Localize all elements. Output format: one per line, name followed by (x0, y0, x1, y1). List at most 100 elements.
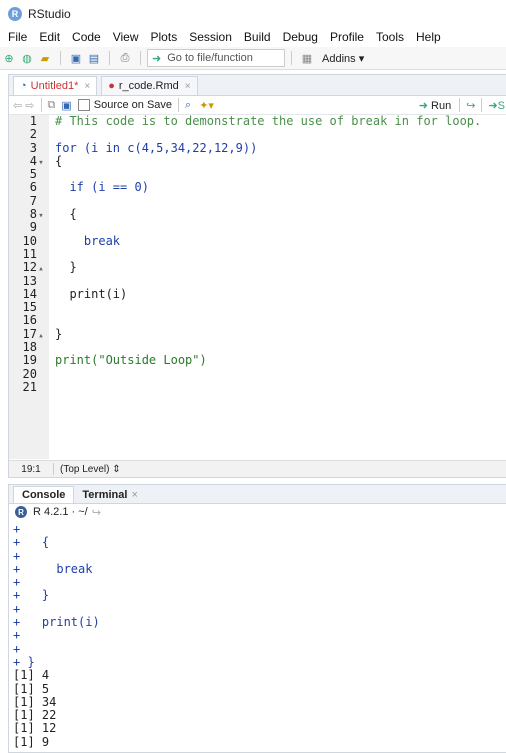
editor-tabs: ◔ Untitled1* × ● r_code.Rmd × (9, 75, 506, 96)
menu-session[interactable]: Session (183, 30, 238, 44)
line-number-text: 6 (29, 180, 37, 195)
menu-tools[interactable]: Tools (370, 30, 410, 44)
scope-selector[interactable]: (Top Level) ⇕ (60, 464, 121, 475)
menu-debug[interactable]: Debug (277, 30, 324, 44)
menu-edit[interactable]: Edit (33, 30, 66, 44)
toolbar-divider (140, 51, 141, 65)
menu-profile[interactable]: Profile (324, 30, 370, 44)
grid-layout-icon[interactable]: ▦ (300, 51, 314, 65)
console-output[interactable]: + + {+ + break + + } + + print(i) + + + } [1] 4 [1]… (13, 522, 506, 752)
code-line[interactable] (55, 381, 506, 394)
line-number: 8▾ (9, 207, 49, 221)
line-number-text: 12 (22, 260, 37, 275)
rerun-icon[interactable]: ↪ (466, 99, 475, 112)
line-number-text: 18 (22, 340, 37, 355)
close-tab-icon[interactable]: × (185, 81, 191, 92)
app-title: RStudio (28, 7, 71, 21)
code-line[interactable] (55, 341, 506, 354)
toolbar-divider (291, 51, 292, 65)
editor-toolbar-divider (481, 98, 483, 112)
tab-untitled1[interactable]: ◔ Untitled1* × (13, 76, 98, 95)
line-number: 12▴ (9, 260, 49, 275)
open-file-icon[interactable]: ▰ (38, 51, 52, 65)
close-tab-icon[interactable]: × (84, 81, 90, 92)
code-line[interactable] (55, 314, 506, 327)
line-number: 16 (9, 314, 49, 327)
menu-file[interactable]: File (0, 30, 33, 44)
menu-plots[interactable]: Plots (145, 30, 184, 44)
line-number: 7 (9, 194, 49, 208)
code-line[interactable]: } (55, 327, 506, 341)
code-line[interactable]: print(i) (55, 287, 506, 301)
line-number-text: 20 (22, 366, 37, 381)
r-version: R 4.2.1 · ~/ (33, 506, 88, 518)
code-area[interactable]: 1 2 3 4▾ 5 6 7 8▾ 9 10 11 12▴ 13 14 15 16 17▴ 18 19 20 21 # … (9, 114, 506, 459)
code-line[interactable]: for (i in c(4,5,34,22,12,9)) (55, 141, 506, 155)
console-line: + } (13, 654, 35, 669)
console-line: [1] 34 (13, 694, 57, 709)
line-number-text: 11 (22, 246, 37, 261)
new-project-icon[interactable]: ◍ (20, 51, 34, 65)
addins-button[interactable]: Addins ▾ (322, 52, 364, 65)
back-icon[interactable]: ⇦ ⇨ (13, 99, 35, 112)
code-line[interactable]: { (55, 154, 506, 168)
console-line: + (13, 641, 21, 656)
code-line[interactable] (55, 168, 506, 181)
line-number: 5 (9, 168, 49, 181)
source-on-save-label: Source on Save (93, 99, 173, 111)
show-in-window-icon[interactable]: ⧉ (48, 99, 56, 112)
search-icon[interactable]: ⌕ (185, 99, 191, 112)
console-tab-terminal[interactable]: Terminal × (74, 487, 145, 503)
console-line: + (13, 548, 21, 563)
save-all-icon[interactable]: ▤ (87, 51, 101, 65)
code-line[interactable] (55, 275, 506, 288)
code-line[interactable] (55, 248, 506, 261)
code-line[interactable] (55, 128, 506, 141)
line-number: 4▾ (9, 154, 49, 168)
code-line[interactable]: print("Outside Loop") (55, 354, 506, 368)
line-number-gutter: 1 2 3 4▾ 5 6 7 8▾ 9 10 11 12▴ 13 14 15 16 17▴ 18 19 20 21 (9, 114, 49, 459)
source-on-save-checkbox[interactable] (77, 99, 90, 111)
line-number: 15 (9, 301, 49, 314)
source-editor-pane: ◔ Untitled1* × ● r_code.Rmd × ⇦ ⇨ ⧉ ▣ Source … (8, 74, 506, 478)
code-line[interactable] (55, 195, 506, 208)
code-line[interactable]: if (i == 0) (55, 181, 506, 195)
go-to-dir-icon[interactable]: ↪ (92, 506, 101, 519)
menu-code[interactable]: Code (66, 30, 107, 44)
source-icon[interactable]: ➜S (488, 99, 505, 112)
run-button[interactable]: ➜ Run (419, 99, 451, 112)
console-tabs: Console Terminal × (9, 485, 506, 504)
code-line[interactable]: } (55, 260, 506, 274)
code-line[interactable]: # This code is to demonstrate the use of… (55, 114, 506, 128)
new-file-icon[interactable]: ⊕ (2, 51, 16, 65)
magic-wand-icon[interactable]: ✦▾ (199, 99, 214, 112)
code-lines[interactable]: # This code is to demonstrate the use of… (55, 114, 506, 394)
close-terminal-icon[interactable]: × (131, 489, 137, 501)
console-line: [1] 9 (13, 734, 50, 749)
console-tab-label: Console (22, 489, 66, 501)
code-line[interactable] (55, 368, 506, 381)
line-number: 10 (9, 234, 49, 248)
console-line: + { (13, 535, 50, 550)
line-number-text: 9 (29, 220, 37, 235)
menu-help[interactable]: Help (410, 30, 447, 44)
save-icon[interactable]: ▣ (69, 51, 83, 65)
code-line[interactable]: break (55, 234, 506, 248)
code-line[interactable]: { (55, 207, 506, 221)
go-to-arrow-icon: ➜ (152, 52, 162, 65)
menu-view[interactable]: View (107, 30, 145, 44)
line-number: 9 (9, 221, 49, 234)
go-to-file-input[interactable]: ➜ Go to file/function (147, 49, 285, 67)
code-line[interactable] (55, 221, 506, 234)
print-icon[interactable]: ⎙ (118, 51, 132, 65)
save-icon[interactable]: ▣ (61, 99, 71, 112)
console-tab-label: Terminal (82, 489, 128, 501)
code-line[interactable] (55, 301, 506, 314)
tab-r-code-rmd[interactable]: ● r_code.Rmd × (101, 76, 198, 95)
console-line: [1] 4 (13, 668, 50, 683)
console-tab-console[interactable]: Console (13, 486, 75, 503)
menu-build[interactable]: Build (238, 30, 277, 44)
line-number-text: 13 (22, 273, 37, 288)
addins-label: Addins (322, 52, 356, 65)
console-line: + (13, 522, 21, 536)
